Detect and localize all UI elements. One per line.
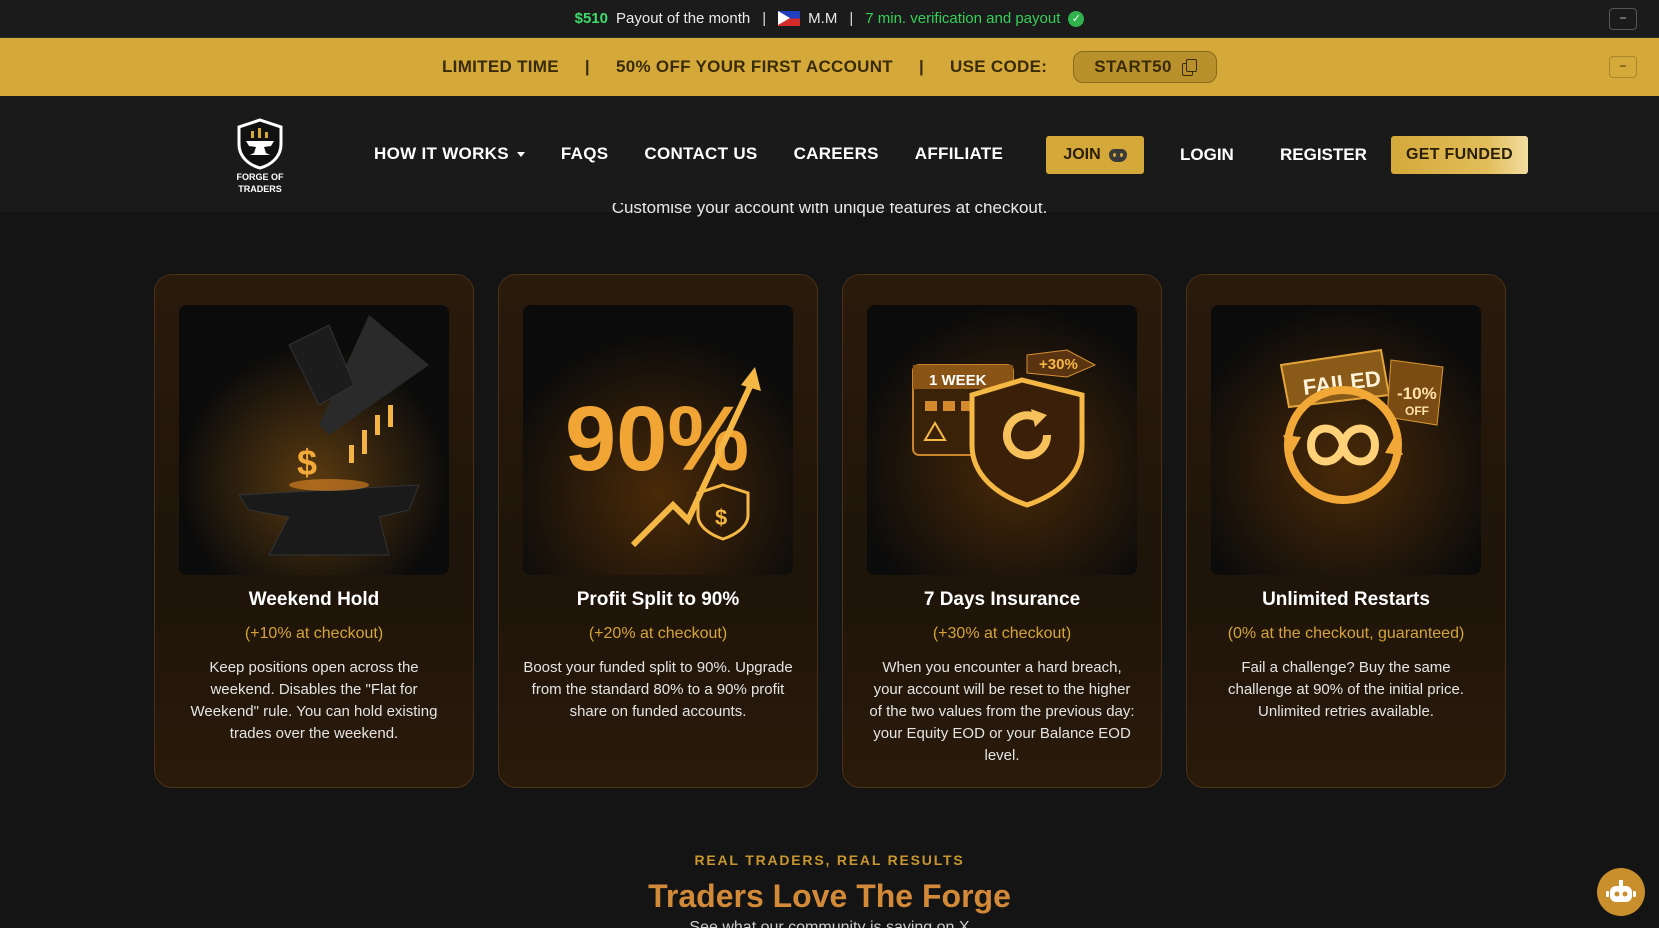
testimonials-title: Traders Love The Forge [648,878,1011,914]
card-price: (+20% at checkout) [588,625,728,642]
promo-limited: LIMITED TIME [441,57,559,76]
svg-text:$: $ [297,442,317,483]
payout-amount: $510 [574,10,608,27]
card-description: Boost your funded split to 90%. Upgrade … [523,659,793,720]
promo-code-copy-button[interactable]: START50 [1073,51,1218,83]
card-price: (0% at the checkout, guaranteed) [1227,625,1465,642]
svg-text:$: $ [715,505,727,530]
insurance-illustration: 1 WEEK +30% [867,305,1137,575]
weekend-hold-illustration: $ [179,305,449,575]
card-title: Weekend Hold [248,589,380,610]
promo-divider: | [918,57,925,76]
card-title: 7 Days Insurance [923,589,1081,610]
profit-percent-icon: 90% $ [523,305,793,575]
register-link[interactable]: REGISTER [1280,145,1367,165]
card-title: Profit Split to 90% [576,589,740,610]
nav-faqs[interactable]: FAQS [561,144,609,164]
art-ninety-percent: 90% [565,388,749,490]
join-label: JOIN [1063,146,1101,163]
logo-text-line2: TRADERS [238,184,282,194]
join-discord-button[interactable]: JOIN [1046,136,1144,174]
card-price: (+10% at checkout) [244,625,384,642]
profit-split-illustration: 90% $ [523,305,793,575]
copy-icon [1182,59,1198,76]
nav-contact-us[interactable]: CONTACT US [644,144,757,164]
chat-bot-button[interactable] [1597,868,1645,916]
feature-card: 1 WEEK +30% 7 Days Insurance (+30% at ch… [842,274,1162,788]
restarts-illustration: FAILED -10% OFF [1211,305,1481,575]
art-one-week: 1 WEEK [929,372,987,389]
logo-text-line1: FORGE OF [236,172,284,182]
verified-check-icon: ✓ [1068,10,1085,27]
feature-card: FAILED -10% OFF Unlimited Restarts (0% a… [1186,274,1506,788]
forge-of-traders-logo[interactable]: FORGE OF TRADERS [232,118,288,194]
feature-card: $ Weekend Hold (+10% at checkout) Keep p… [154,274,474,788]
promo-divider: | [584,57,590,76]
divider: | [762,10,767,27]
nav-links: HOW IT WORKS FAQS CONTACT US CAREERS AFF… [374,144,1003,164]
main-navbar: FORGE OF TRADERS HOW IT WORKS FAQS CONTA… [0,96,1659,212]
art-minus-ten: -10% [1397,384,1437,403]
promo-minimize-button[interactable]: − [1609,56,1637,78]
login-link[interactable]: LOGIN [1180,145,1234,165]
caret-down-icon [516,152,525,158]
get-funded-button[interactable]: GET FUNDED [1391,136,1528,174]
payout-user: M.M [808,10,838,27]
nav-how-it-works[interactable]: HOW IT WORKS [374,144,525,164]
promo-banner: LIMITED TIME | 50% OFF YOUR FIRST ACCOUN… [0,38,1659,96]
promo-discount: 50% OFF YOUR FIRST ACCOUNT [615,57,893,76]
ticker-minimize-button[interactable]: − [1609,8,1637,30]
art-plus-thirty: +30% [1039,356,1078,373]
promo-use-code: USE CODE: [950,57,1048,76]
infinity-restart-icon: FAILED -10% OFF [1211,305,1481,575]
anvil-shield-icon [237,118,283,170]
card-price: (+30% at checkout) [932,625,1072,642]
robot-icon [1606,880,1636,902]
philippines-flag-icon [778,11,801,26]
card-title: Unlimited Restarts [1262,589,1430,610]
feature-card: 90% $ Profit Split to 90% (+20% at check… [498,274,818,788]
nav-how-it-works-label: HOW IT WORKS [374,144,509,163]
card-description: Fail a challenge? Buy the same challenge… [1228,659,1464,720]
payout-ticker: $510 Payout of the month | M.M | 7 min. … [0,0,1659,38]
testimonials-subtitle: See what our community is saying on X [689,919,970,928]
card-description: Keep positions open across the weekend. … [190,659,438,742]
card-description: When you encounter a hard breach, your a… [869,659,1135,764]
divider: | [849,10,854,27]
feature-cards: $ Weekend Hold (+10% at checkout) Keep p… [154,274,1506,788]
verification-text: 7 min. verification and payout [865,10,1061,27]
promo-code: START50 [1094,57,1173,76]
anvil-hammer-icon: $ [179,305,449,575]
payout-text: Payout of the month [616,10,751,27]
testimonials-kicker: REAL TRADERS, REAL RESULTS [694,852,965,868]
discord-icon [1108,148,1127,162]
nav-careers[interactable]: CAREERS [794,144,879,164]
section-caption: Customise your account with unique featu… [611,203,1048,217]
shield-calendar-icon: 1 WEEK +30% [867,305,1137,575]
art-off: OFF [1405,404,1429,418]
nav-affiliate[interactable]: AFFILIATE [915,144,1003,164]
